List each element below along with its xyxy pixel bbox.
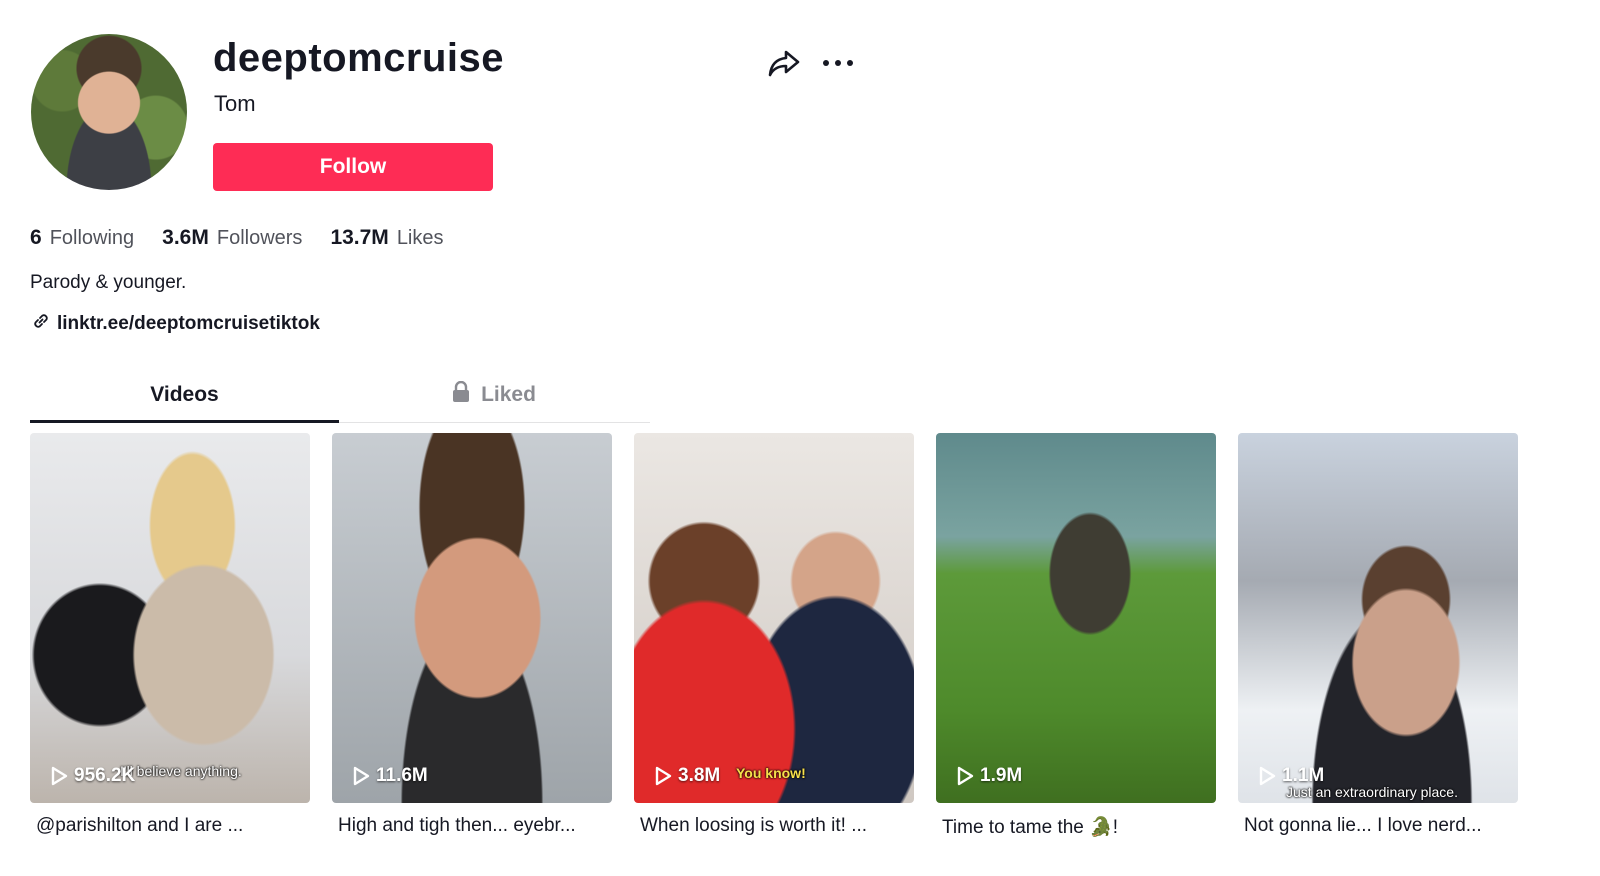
video-views: 1.1M: [1258, 765, 1324, 787]
lock-icon: [451, 380, 471, 409]
play-icon: [1259, 766, 1276, 786]
play-icon: [353, 766, 370, 786]
video-views-count: 3.8M: [678, 765, 721, 786]
video-overlay-text: You know!: [736, 765, 806, 781]
video-views-count: 11.6M: [376, 765, 428, 786]
play-icon: [957, 766, 974, 786]
stat-likes: 13.7M Likes: [330, 226, 443, 250]
play-icon: [655, 766, 672, 786]
video-grid: I'll believe anything. 956.2K @parishilt…: [30, 433, 1518, 839]
video-card[interactable]: 1.9M Time to tame the 🐊!: [936, 433, 1216, 839]
video-description: When loosing is worth it! ...: [640, 815, 868, 836]
video-thumbnail: 1.9M: [936, 433, 1216, 803]
profile-username: deeptomcruise: [213, 36, 505, 80]
stat-followers-label: Followers: [216, 227, 303, 249]
video-views: 11.6M: [352, 765, 428, 787]
stat-followers-value: 3.6M: [162, 226, 209, 249]
stat-likes-value: 13.7M: [330, 226, 389, 249]
stat-following-label: Following: [49, 227, 135, 249]
video-overlay-text: I'll believe anything.: [120, 763, 242, 779]
video-description: Not gonna lie... I love nerd...: [1244, 815, 1482, 836]
share-icon[interactable]: [766, 46, 802, 80]
video-views: 956.2K: [50, 765, 135, 787]
profile-nickname: Tom: [214, 91, 256, 116]
tab-liked[interactable]: Liked: [339, 368, 648, 422]
link-icon: [31, 311, 51, 337]
video-description: Time to tame the 🐊!: [942, 817, 1119, 838]
video-card[interactable]: 11.6M High and tigh then... eyebr...: [332, 433, 612, 839]
stat-following[interactable]: 6 Following: [30, 226, 134, 250]
tab-liked-label: Liked: [481, 383, 536, 406]
stat-likes-label: Likes: [396, 227, 444, 249]
tab-videos-label: Videos: [150, 383, 219, 406]
video-views: 1.9M: [956, 765, 1022, 787]
tab-videos[interactable]: Videos: [30, 368, 339, 423]
play-icon: [51, 766, 68, 786]
more-options-icon[interactable]: [820, 48, 856, 78]
video-views-count: 956.2K: [74, 765, 136, 786]
profile-link-text: linktr.ee/deeptomcruisetiktok: [57, 313, 320, 334]
stat-followers[interactable]: 3.6M Followers: [162, 226, 302, 250]
video-description: @parishilton and I are ...: [36, 815, 244, 836]
stat-following-value: 6: [30, 226, 42, 249]
video-thumbnail: 11.6M: [332, 433, 612, 803]
video-description: High and tigh then... eyebr...: [338, 815, 576, 836]
video-card[interactable]: I'll believe anything. 956.2K @parishilt…: [30, 433, 310, 839]
video-views-count: 1.1M: [1282, 765, 1325, 786]
profile-bio: Parody & younger.: [30, 272, 187, 293]
profile-avatar: [31, 34, 187, 190]
video-thumbnail: You know! 3.8M: [634, 433, 914, 803]
follow-button[interactable]: Follow: [213, 143, 493, 191]
video-views: 3.8M: [654, 765, 720, 787]
video-thumbnail: I'll believe anything. 956.2K: [30, 433, 310, 803]
profile-link[interactable]: linktr.ee/deeptomcruisetiktok: [31, 311, 320, 337]
profile-stats: 6 Following 3.6M Followers 13.7M Likes: [30, 226, 444, 250]
video-card[interactable]: Just an extraordinary place. 1.1M Not go…: [1238, 433, 1518, 839]
video-views-count: 1.9M: [980, 765, 1023, 786]
video-card[interactable]: You know! 3.8M When loosing is worth it!…: [634, 433, 914, 839]
video-thumbnail: Just an extraordinary place. 1.1M: [1238, 433, 1518, 803]
profile-tabs: Videos Liked: [30, 368, 650, 423]
